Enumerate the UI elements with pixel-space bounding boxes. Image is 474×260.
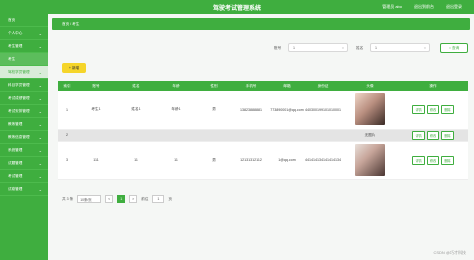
chevron-down-icon: ⌄ — [38, 161, 42, 166]
no-image-text: 无图片 — [342, 129, 398, 142]
col-operations: 操作 — [398, 81, 468, 91]
chevron-down-icon: ⌄ — [38, 96, 42, 101]
delete-button[interactable]: 删除 — [441, 155, 454, 165]
col-account: 账号 — [76, 81, 116, 91]
sidebar: 首页 个人中心 ⌄ 考生管理 ⌄ 考生 驾校学员管理 ⌄ 科目学员管理 ⌄ 考试成绩管理… — [0, 14, 48, 260]
chevron-down-icon: ⌄ — [38, 83, 42, 88]
chevron-down-icon: ⌄ — [38, 70, 42, 75]
total-count: 共 3 条 — [62, 196, 74, 201]
col-index: 索引 — [58, 81, 76, 91]
sidebar-item-examinee[interactable]: 考生 — [0, 53, 48, 66]
col-phone: 手机号 — [232, 81, 270, 91]
sidebar-item-profile[interactable]: 个人中心 ⌄ — [0, 27, 48, 40]
chevron-down-icon: ⌄ — [38, 122, 42, 127]
chevron-down-icon: ⌄ — [38, 109, 42, 114]
page-size-select[interactable]: 10条/页 — [77, 195, 102, 203]
add-button[interactable]: + 新增 — [62, 63, 86, 73]
pagination: 共 3 条 10条/页 < 1 > 前往 1 页 — [62, 195, 172, 203]
name-search-input[interactable]: 1 ○ — [370, 43, 430, 52]
search-row: 账号 1 ○ 姓名 1 ○ ○ 查询 — [52, 42, 470, 54]
avatar — [355, 143, 385, 176]
main-content: 首页 / 考生 账号 1 ○ 姓名 1 ○ ○ 查询 + 新增 索引 账号 姓名… — [48, 14, 474, 260]
breadcrumb-bar: 首页 / 考生 — [52, 18, 470, 30]
delete-button[interactable]: 删除 — [441, 130, 454, 140]
name-label: 姓名 — [356, 46, 364, 50]
logout-link[interactable]: 退出登录 — [446, 4, 462, 10]
account-label: 账号 — [274, 46, 282, 50]
chevron-down-icon: ⌄ — [38, 44, 42, 49]
search-icon: ○ — [341, 45, 344, 50]
col-idcard: 身份证 — [304, 81, 342, 91]
detail-button[interactable]: 详情 — [412, 105, 425, 115]
sidebar-item-system[interactable]: 系统管理 ⌄ — [0, 144, 48, 157]
sidebar-item-coach-info[interactable]: 教练信息管理 ⌄ — [0, 131, 48, 144]
sidebar-item-questions[interactable]: 试题管理 ⌄ — [0, 157, 48, 170]
edit-button[interactable]: 修改 — [426, 155, 440, 165]
delete-button[interactable]: 删除 — [441, 105, 454, 115]
avatar — [355, 93, 385, 126]
sidebar-item-home[interactable]: 首页 — [0, 14, 48, 27]
next-page-button[interactable]: > — [129, 195, 138, 203]
sidebar-item-subject-students[interactable]: 科目学员管理 ⌄ — [0, 79, 48, 92]
table-header: 索引 账号 姓名 年龄 性别 手机号 邮箱 身份证 头像 操作 — [58, 81, 468, 91]
chevron-down-icon: ⌄ — [38, 187, 42, 192]
col-name: 姓名 — [116, 81, 156, 91]
col-email: 邮箱 — [270, 81, 304, 91]
watermark: CSDN @巧才科技 — [433, 250, 466, 255]
examinee-table: 索引 账号 姓名 年龄 性别 手机号 邮箱 身份证 头像 操作 1 考生1 姓名… — [58, 81, 468, 180]
search-button[interactable]: ○ 查询 — [440, 43, 468, 53]
goto-label: 前往 — [141, 196, 149, 201]
table-row[interactable]: 2 无图片 详情 修改 删除 — [58, 129, 468, 142]
sidebar-item-scores[interactable]: 考试成绩管理 ⌄ — [0, 92, 48, 105]
chevron-down-icon: ⌄ — [38, 31, 42, 36]
col-gender: 性别 — [196, 81, 232, 91]
col-age: 年龄 — [156, 81, 196, 91]
goto-frontend-link[interactable]: 退出到前台 — [414, 4, 434, 10]
detail-button[interactable]: 详情 — [412, 155, 425, 165]
breadcrumb: 首页 / 考生 — [62, 22, 80, 26]
top-bar: 驾驶考试管理系统 管理员 abo 退出到前台 退出登录 — [0, 0, 474, 14]
goto-page-input[interactable]: 1 — [152, 195, 165, 203]
edit-button[interactable]: 修改 — [426, 130, 440, 140]
chevron-down-icon: ⌄ — [38, 174, 42, 179]
sidebar-item-examinee-mgmt[interactable]: 考生管理 ⌄ — [0, 40, 48, 53]
table-row[interactable]: 3 111 11 11 男 12131312112 1@qq.com 44141… — [58, 141, 468, 180]
sidebar-item-coach[interactable]: 教练管理 ⌄ — [0, 118, 48, 131]
account-search-input[interactable]: 1 ○ — [288, 43, 348, 52]
detail-button[interactable]: 详情 — [412, 130, 425, 140]
sidebar-item-school-students[interactable]: 驾校学员管理 ⌄ — [0, 66, 48, 79]
sidebar-item-schedule[interactable]: 考试安排管理 ⌄ — [0, 105, 48, 118]
top-links: 管理员 abo 退出到前台 退出登录 — [382, 4, 462, 10]
col-avatar: 头像 — [342, 81, 398, 91]
user-label[interactable]: 管理员 abo — [382, 4, 402, 10]
prev-page-button[interactable]: < — [105, 195, 114, 203]
page-suffix: 页 — [168, 196, 172, 201]
sidebar-item-exams[interactable]: 考试管理 ⌄ — [0, 170, 48, 183]
table-row[interactable]: 1 考生1 姓名1 年龄1 男 13823888881 773890001@qq… — [58, 91, 468, 130]
search-icon: ○ — [423, 45, 426, 50]
current-page[interactable]: 1 — [117, 195, 126, 203]
chevron-down-icon: ⌄ — [38, 148, 42, 153]
chevron-down-icon: ⌄ — [38, 135, 42, 140]
edit-button[interactable]: 修改 — [426, 105, 440, 115]
sidebar-item-papers[interactable]: 试卷管理 ⌄ — [0, 183, 48, 196]
